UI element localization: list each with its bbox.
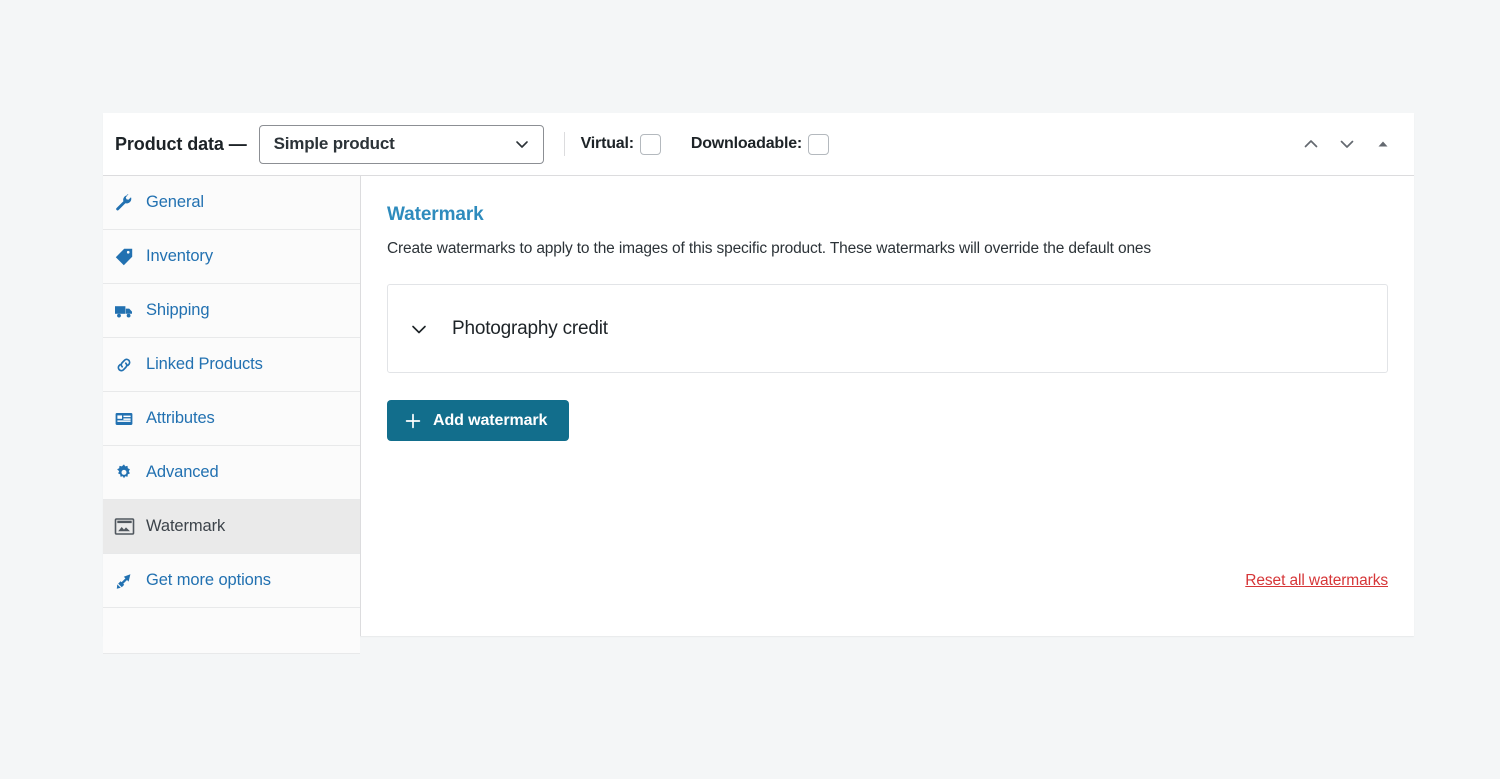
header-divider bbox=[563, 132, 565, 156]
sidebar: General Inventory Shipping Linked Produc… bbox=[103, 176, 361, 654]
downloadable-checkbox-group: Downloadable: bbox=[690, 133, 830, 155]
page-title: Product data — bbox=[115, 133, 247, 154]
sidebar-item-label: Attributes bbox=[146, 409, 215, 427]
triangle-up-icon[interactable] bbox=[1372, 133, 1394, 155]
product-type-value: Simple product bbox=[273, 134, 395, 153]
sidebar-item-label: Advanced bbox=[146, 463, 219, 481]
downloadable-label: Downloadable: bbox=[690, 135, 803, 152]
sidebar-item-linked-products[interactable]: Linked Products bbox=[103, 338, 360, 392]
tag-icon bbox=[113, 246, 135, 268]
chevron-down-icon bbox=[514, 136, 530, 152]
watermark-accordion-title: Photography credit bbox=[452, 317, 608, 339]
sidebar-item-label: Inventory bbox=[146, 247, 213, 265]
add-watermark-button[interactable]: Add watermark bbox=[387, 400, 570, 441]
sidebar-item-label: Get more options bbox=[146, 571, 271, 589]
sidebar-item-attributes[interactable]: Attributes bbox=[103, 392, 360, 446]
virtual-label: Virtual: bbox=[580, 135, 634, 152]
plus-icon bbox=[404, 412, 422, 430]
reset-all-watermarks-link[interactable]: Reset all watermarks bbox=[1245, 572, 1388, 589]
list-icon bbox=[113, 408, 135, 430]
sidebar-item-label: Shipping bbox=[146, 301, 210, 319]
chevron-down-icon[interactable] bbox=[1336, 133, 1358, 155]
link-icon bbox=[113, 354, 135, 376]
virtual-checkbox[interactable] bbox=[639, 133, 661, 155]
sidebar-item-inventory[interactable]: Inventory bbox=[103, 230, 360, 284]
virtual-checkbox-group: Virtual: bbox=[580, 133, 661, 155]
chevron-up-icon[interactable] bbox=[1300, 133, 1322, 155]
product-data-panel: Product data — Simple product Virtual: D… bbox=[103, 113, 1414, 654]
sidebar-filler-row bbox=[103, 608, 360, 654]
sidebar-item-watermark[interactable]: Watermark bbox=[103, 500, 360, 554]
gear-icon bbox=[113, 462, 135, 484]
sidebar-item-get-more-options[interactable]: Get more options bbox=[103, 554, 360, 608]
content-title: Watermark bbox=[387, 204, 484, 225]
image-icon bbox=[113, 516, 135, 538]
downloadable-checkbox[interactable] bbox=[808, 133, 830, 155]
content-description: Create watermarks to apply to the images… bbox=[387, 240, 1152, 257]
chevron-down-icon[interactable] bbox=[408, 318, 430, 340]
truck-icon bbox=[113, 300, 135, 322]
watermark-content-panel: Watermark Create watermarks to apply to … bbox=[361, 176, 1414, 636]
header-controls bbox=[1300, 133, 1394, 155]
sidebar-item-label: Watermark bbox=[146, 517, 226, 535]
sidebar-item-label: Linked Products bbox=[146, 355, 263, 373]
panel-body: General Inventory Shipping Linked Produc… bbox=[103, 176, 1414, 654]
reset-row: Reset all watermarks bbox=[1245, 572, 1388, 590]
add-watermark-label: Add watermark bbox=[433, 411, 548, 429]
watermark-accordion-item[interactable]: Photography credit bbox=[387, 284, 1388, 373]
sidebar-item-advanced[interactable]: Advanced bbox=[103, 446, 360, 500]
product-type-select[interactable]: Simple product bbox=[258, 124, 544, 164]
plugin-icon bbox=[113, 570, 135, 592]
panel-header: Product data — Simple product Virtual: D… bbox=[103, 113, 1414, 176]
sidebar-item-shipping[interactable]: Shipping bbox=[103, 284, 360, 338]
wrench-icon bbox=[113, 192, 135, 214]
sidebar-item-label: General bbox=[146, 193, 205, 211]
sidebar-item-general[interactable]: General bbox=[103, 176, 360, 230]
